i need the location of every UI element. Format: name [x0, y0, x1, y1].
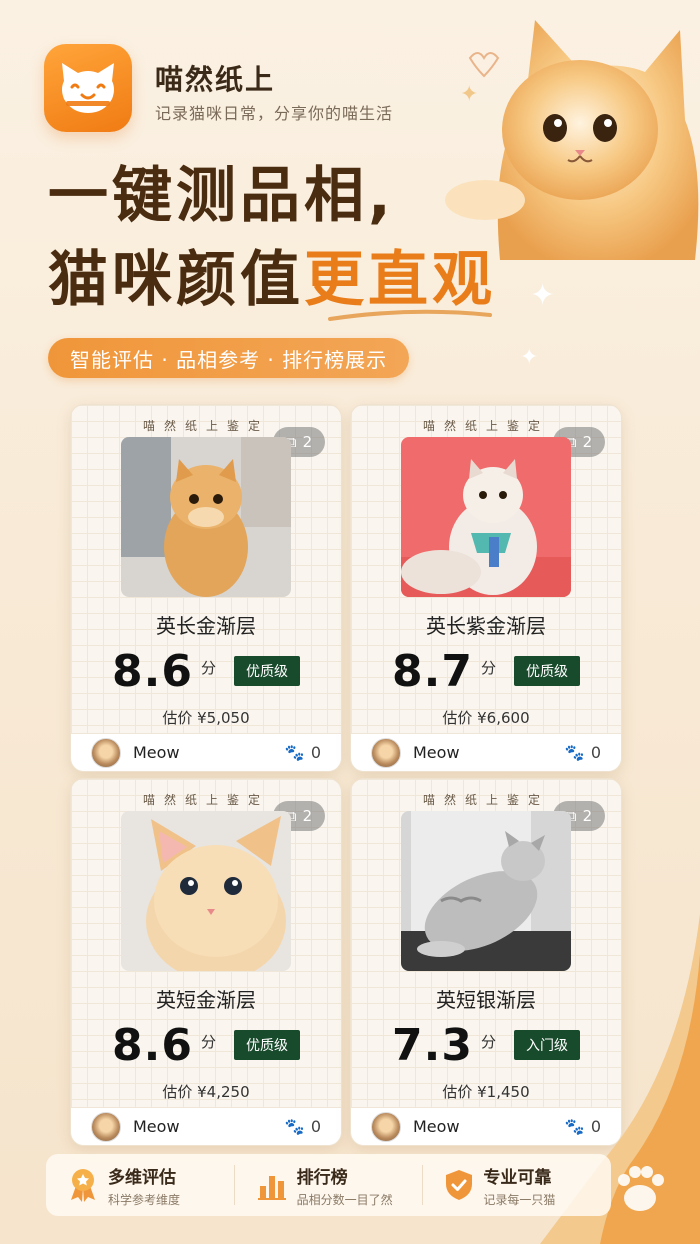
app-name: 喵然纸上	[155, 63, 276, 96]
cat-face-icon	[62, 63, 114, 113]
avatar[interactable]	[91, 1111, 121, 1142]
cat-card[interactable]: 喵然纸上鉴定 ⧉ 2 英长金渐层 8.6 分 优质级 估价 ¥5,050 Meo…	[70, 404, 342, 772]
card-footer: Meow 🐾 0	[71, 733, 341, 771]
feature-pill: 智能评估 · 品相参考 · 排行榜展示	[48, 338, 410, 378]
avatar[interactable]	[371, 737, 401, 768]
card-footer: Meow 🐾 0	[71, 1107, 341, 1145]
username[interactable]: Meow	[413, 743, 460, 762]
score-row: 8.6 分 优质级	[71, 645, 341, 697]
username[interactable]: Meow	[133, 743, 180, 762]
score-unit: 分	[480, 1032, 496, 1051]
like-button[interactable]: 🐾 0	[565, 743, 601, 762]
bar-chart-icon	[257, 1176, 286, 1200]
photo-count: 2	[302, 433, 313, 451]
headline-plain: 猫咪颜值	[48, 245, 304, 315]
score-value: 8.6	[112, 645, 193, 697]
grade-badge: 优质级	[513, 656, 580, 686]
medal-icon	[71, 1169, 95, 1202]
sparkle-icon: ✦	[460, 82, 479, 107]
score-unit: 分	[200, 658, 216, 677]
score-value: 8.6	[112, 1019, 193, 1071]
card-footer: Meow 🐾 0	[351, 733, 621, 771]
cat-photo[interactable]	[121, 437, 291, 597]
shield-check-icon	[446, 1170, 473, 1200]
like-count: 0	[310, 1117, 321, 1136]
username[interactable]: Meow	[133, 1117, 180, 1136]
username[interactable]: Meow	[413, 1117, 460, 1136]
hero-cat-illustration	[445, 20, 699, 260]
feature-item: 排行榜 品相分数一目了然	[235, 1165, 424, 1207]
avatar[interactable]	[371, 1111, 401, 1142]
breed-name: 英长金渐层	[156, 614, 256, 638]
grade-badge: 优质级	[233, 1030, 300, 1060]
score-unit: 分	[480, 658, 496, 677]
feature-title: 排行榜	[296, 1167, 348, 1188]
sparkle-icon: ✦	[530, 278, 556, 313]
photo-count: 2	[582, 433, 593, 451]
cat-photo[interactable]	[121, 811, 291, 971]
paw-icon: 🐾	[564, 743, 585, 762]
app-logo	[44, 44, 132, 132]
estimated-price: 估价 ¥4,250	[162, 1083, 250, 1101]
avatar[interactable]	[91, 737, 121, 768]
like-count: 0	[590, 743, 601, 762]
score-value: 7.3	[392, 1019, 473, 1071]
breed-name: 英长紫金渐层	[426, 614, 546, 638]
feature-subtitle: 科学参考维度	[108, 1192, 181, 1207]
app-tagline: 记录猫咪日常，分享你的喵生活	[155, 104, 394, 123]
like-count: 0	[310, 743, 321, 762]
score-row: 8.7 分 优质级	[351, 645, 621, 697]
like-button[interactable]: 🐾 0	[285, 1117, 321, 1136]
feature-bar: 多维评估 科学参考维度 排行榜 品相分数一目了然 专业可靠 记录每一只猫	[46, 1154, 611, 1216]
paw-icon: 🐾	[284, 743, 305, 762]
photo-count: 2	[302, 807, 313, 825]
feature-subtitle: 记录每一只猫	[483, 1192, 556, 1207]
score-value: 8.7	[392, 645, 473, 697]
score-row: 8.6 分 优质级	[71, 1019, 341, 1071]
cat-card[interactable]: 喵然纸上鉴定 ⧉ 2 英短金渐层 8.6 分 优质级 估价 ¥4,250 Meo…	[70, 778, 342, 1146]
cat-photo[interactable]	[401, 437, 571, 597]
grade-badge: 优质级	[233, 656, 300, 686]
feature-item: 专业可靠 记录每一只猫	[423, 1165, 611, 1207]
feature-subtitle: 品相分数一目了然	[296, 1192, 393, 1207]
sparkle-icon: ✦	[520, 345, 539, 370]
like-button[interactable]: 🐾 0	[285, 743, 321, 762]
feature-title: 多维评估	[108, 1167, 176, 1188]
paw-icon: 🐾	[284, 1117, 305, 1136]
headline-line1: 一键测品相,	[48, 161, 395, 231]
estimated-price: 估价 ¥6,600	[442, 709, 530, 727]
estimated-price: 估价 ¥5,050	[162, 709, 250, 727]
feature-item: 多维评估 科学参考维度	[46, 1165, 235, 1207]
feature-title: 专业可靠	[483, 1167, 552, 1188]
photo-count: 2	[582, 807, 593, 825]
cat-card[interactable]: 喵然纸上鉴定 ⧉ 2 英长紫金渐层 8.7 分 优质级 估价 ¥6,600 Me…	[350, 404, 622, 772]
breed-name: 英短金渐层	[156, 988, 256, 1012]
underline-swoosh	[328, 309, 492, 321]
score-unit: 分	[200, 1032, 216, 1051]
